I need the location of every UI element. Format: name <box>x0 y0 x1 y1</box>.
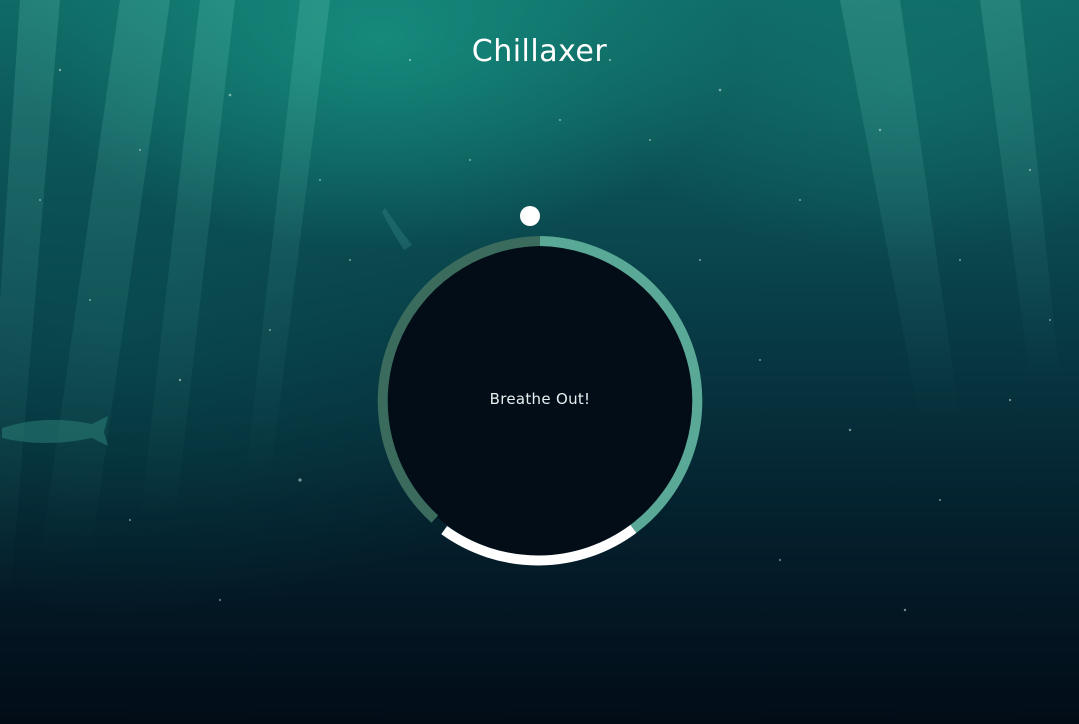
breathing-ring <box>377 206 703 566</box>
breathing-pointer <box>520 206 540 226</box>
breathing-circle: Breathe Out! <box>370 196 710 576</box>
app-title: Chillaxer <box>471 34 608 70</box>
breathing-instruction: Breathe Out! <box>489 390 591 408</box>
